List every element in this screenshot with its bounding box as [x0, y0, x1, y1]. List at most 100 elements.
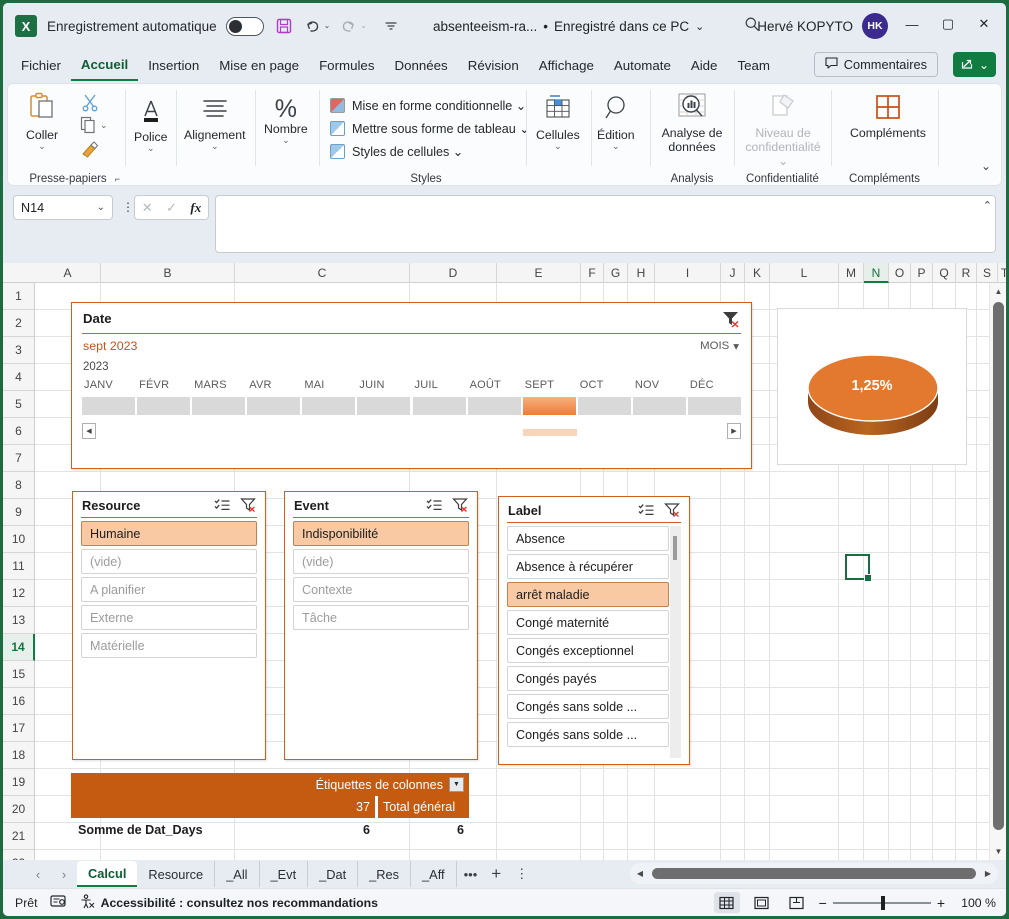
- row-header-1[interactable]: 1: [3, 283, 35, 310]
- chevron-down-icon[interactable]: ⌄: [554, 142, 562, 151]
- cells-area[interactable]: Date sept 2023 MOIS ▾ 2023 JANV FÉVR MARS A…: [35, 283, 1006, 860]
- row-header-22[interactable]: 22: [3, 850, 35, 860]
- edition-button[interactable]: Édition ⌄: [597, 94, 635, 151]
- column-header-g[interactable]: G: [604, 263, 628, 283]
- horizontal-scroll-thumb[interactable]: [652, 868, 976, 879]
- chevron-down-icon[interactable]: ⌄: [147, 144, 155, 153]
- column-header-e[interactable]: E: [497, 263, 581, 283]
- column-header-p[interactable]: P: [911, 263, 933, 283]
- next-sheet-button[interactable]: ›: [51, 861, 77, 887]
- paste-button[interactable]: Coller ⌄: [26, 92, 58, 151]
- comments-button[interactable]: Commentaires: [813, 52, 938, 77]
- chevron-down-icon[interactable]: ⌄: [612, 142, 620, 151]
- column-header-f[interactable]: F: [581, 263, 604, 283]
- expand-formula-bar-icon[interactable]: ⌃: [983, 199, 992, 212]
- page-break-view-button[interactable]: [784, 892, 810, 913]
- sheet-tab-evt[interactable]: _Evt: [260, 861, 309, 887]
- column-header-c[interactable]: C: [235, 263, 410, 283]
- cell-styles-button[interactable]: Styles de cellules ⌄: [330, 140, 530, 163]
- format-as-table-button[interactable]: Mettre sous forme de tableau ⌄: [330, 117, 530, 140]
- chevron-down-icon[interactable]: ⌄: [211, 142, 219, 151]
- row-header-8[interactable]: 8: [3, 472, 35, 499]
- tab-aide[interactable]: Aide: [681, 54, 728, 80]
- cut-button[interactable]: [80, 92, 100, 117]
- format-painter-button[interactable]: [80, 140, 100, 163]
- sheet-overflow-icon[interactable]: •••: [457, 867, 485, 882]
- column-header-r[interactable]: R: [956, 263, 977, 283]
- tab-automate[interactable]: Automate: [604, 54, 681, 80]
- share-button[interactable]: ⌄: [952, 52, 996, 77]
- column-header-t[interactable]: T: [998, 263, 1006, 283]
- sheet-tab-resource[interactable]: Resource: [137, 861, 216, 887]
- scroll-down-button[interactable]: ▼: [990, 843, 1006, 860]
- presse-papiers-dialog-launcher[interactable]: ⌐: [115, 174, 120, 184]
- sheet-tab-dat[interactable]: _Dat: [308, 861, 359, 887]
- formula-bar-options-icon[interactable]: ⋮: [122, 200, 134, 214]
- column-header-l[interactable]: L: [770, 263, 839, 283]
- tab-team[interactable]: Team: [727, 54, 780, 80]
- confirm-formula-icon[interactable]: ✓: [166, 200, 177, 216]
- column-header-m[interactable]: M: [839, 263, 864, 283]
- zoom-track[interactable]: [832, 895, 931, 910]
- close-button[interactable]: ✕: [966, 9, 1002, 39]
- hscroll-left-button[interactable]: ◀: [630, 869, 650, 878]
- avatar[interactable]: HK: [862, 13, 888, 39]
- row-header-16[interactable]: 16: [3, 688, 35, 715]
- tab-formules[interactable]: Formules: [309, 54, 384, 80]
- column-header-h[interactable]: H: [628, 263, 655, 283]
- sheet-tab-all[interactable]: _All: [215, 861, 260, 887]
- normal-view-button[interactable]: [713, 892, 740, 913]
- insert-function-icon[interactable]: fx: [190, 200, 201, 216]
- row-header-19[interactable]: 19: [3, 769, 35, 796]
- chevron-down-icon[interactable]: ⌄: [695, 20, 704, 33]
- pivot-filter-dropdown-icon[interactable]: ▼: [449, 777, 464, 792]
- row-header-14[interactable]: 14: [3, 634, 35, 661]
- pivot-column-labels-header[interactable]: Étiquettes de colonnes ▼: [71, 773, 469, 796]
- user-account[interactable]: Hervé KOPYTO HK: [757, 13, 888, 39]
- chevron-down-icon[interactable]: ⌄: [97, 202, 105, 213]
- chevron-down-icon[interactable]: ⌄: [282, 136, 290, 145]
- nombre-button[interactable]: % Nombre ⌄: [264, 96, 308, 145]
- zoom-in-button[interactable]: +: [937, 895, 945, 911]
- row-header-10[interactable]: 10: [3, 526, 35, 553]
- column-header-j[interactable]: J: [721, 263, 745, 283]
- row-header-3[interactable]: 3: [3, 337, 35, 364]
- redo-icon[interactable]: ⌄: [340, 12, 367, 40]
- column-header-d[interactable]: D: [410, 263, 497, 283]
- add-sheet-button[interactable]: +: [484, 864, 508, 884]
- column-header-q[interactable]: Q: [933, 263, 956, 283]
- collapse-ribbon-button[interactable]: ⌄: [981, 159, 991, 173]
- document-title[interactable]: absenteeism-ra... • Enregistré dans ce P…: [433, 19, 704, 34]
- row-header-21[interactable]: 21: [3, 823, 35, 850]
- row-header-5[interactable]: 5: [3, 391, 35, 418]
- tab-donnees[interactable]: Données: [384, 54, 457, 80]
- zoom-out-button[interactable]: −: [819, 895, 827, 911]
- complements-button[interactable]: Compléments: [850, 94, 926, 140]
- zoom-level[interactable]: 100 %: [954, 896, 996, 910]
- scroll-up-button[interactable]: ▲: [990, 283, 1006, 300]
- customize-quick-access-icon[interactable]: [381, 12, 401, 40]
- sheet-tab-aff[interactable]: _Aff: [411, 861, 457, 887]
- previous-sheet-button[interactable]: ‹: [25, 861, 51, 887]
- sheet-tab-res[interactable]: _Res: [358, 861, 412, 887]
- conditional-formatting-button[interactable]: Mise en forme conditionnelle ⌄: [330, 94, 530, 117]
- cellules-button[interactable]: Cellules ⌄: [536, 94, 580, 151]
- copy-button[interactable]: ⌄: [80, 116, 108, 134]
- column-header-i[interactable]: I: [655, 263, 721, 283]
- column-header-n[interactable]: N: [864, 263, 889, 283]
- record-macro-icon[interactable]: [49, 894, 67, 911]
- vertical-scrollbar[interactable]: ▲ ▼: [989, 283, 1006, 860]
- accessibility-status[interactable]: Accessibilité : consultez nos recommanda…: [79, 893, 378, 912]
- hscroll-right-button[interactable]: ▶: [978, 869, 998, 878]
- page-layout-view-button[interactable]: [749, 892, 775, 913]
- tab-affichage[interactable]: Affichage: [529, 54, 604, 80]
- tab-accueil[interactable]: Accueil: [70, 53, 139, 81]
- row-header-2[interactable]: 2: [3, 310, 35, 337]
- row-header-18[interactable]: 18: [3, 742, 35, 769]
- maximize-button[interactable]: ▢: [930, 9, 966, 39]
- column-header-k[interactable]: K: [745, 263, 770, 283]
- autosave-toggle[interactable]: [225, 16, 264, 36]
- police-button[interactable]: Police ⌄: [134, 96, 168, 153]
- niveau-de-confidentialite-button[interactable]: Niveau de confidentialité ⌄: [740, 92, 826, 168]
- tab-fichier[interactable]: Fichier: [11, 54, 71, 80]
